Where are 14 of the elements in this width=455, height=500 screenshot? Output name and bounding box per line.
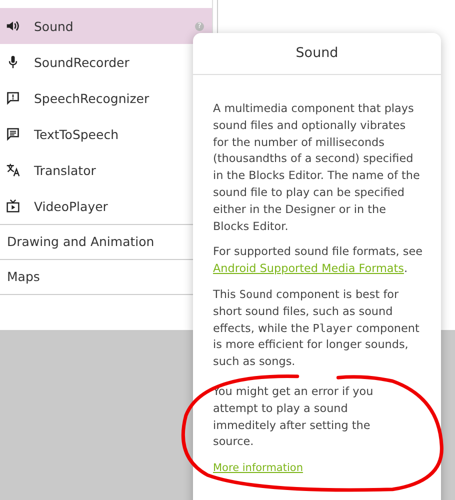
microphone-icon (6, 55, 20, 69)
description-paragraph: This Sound component is best for short sound files, such as sound effects, while the Player component is more efficient for longer sounds, such as songs. (213, 286, 420, 370)
translate-icon (6, 163, 20, 177)
speech-icon (6, 91, 20, 105)
description-paragraph: A multimedia component that plays sound files and optionally vibrates for the number of milliseconds (thousandths of a second) specified in the Blocks Editor. The name of the sound file to play can be specified either in the Designer or in the Blocks Editor. (213, 101, 421, 235)
popup-title: Sound (193, 33, 441, 75)
message-icon (6, 127, 20, 141)
palette-item[interactable]: TextToSpeech (0, 116, 212, 152)
palette-item[interactable]: VideoPlayer (0, 188, 212, 224)
palette-item[interactable]: SpeechRecognizer (0, 80, 212, 116)
speaker-icon (6, 19, 20, 33)
description-paragraph: For supported sound file formats, see Android Supported Media Formats. (213, 244, 423, 278)
palette-item[interactable]: Translator (0, 152, 212, 188)
tv-icon (6, 199, 20, 213)
